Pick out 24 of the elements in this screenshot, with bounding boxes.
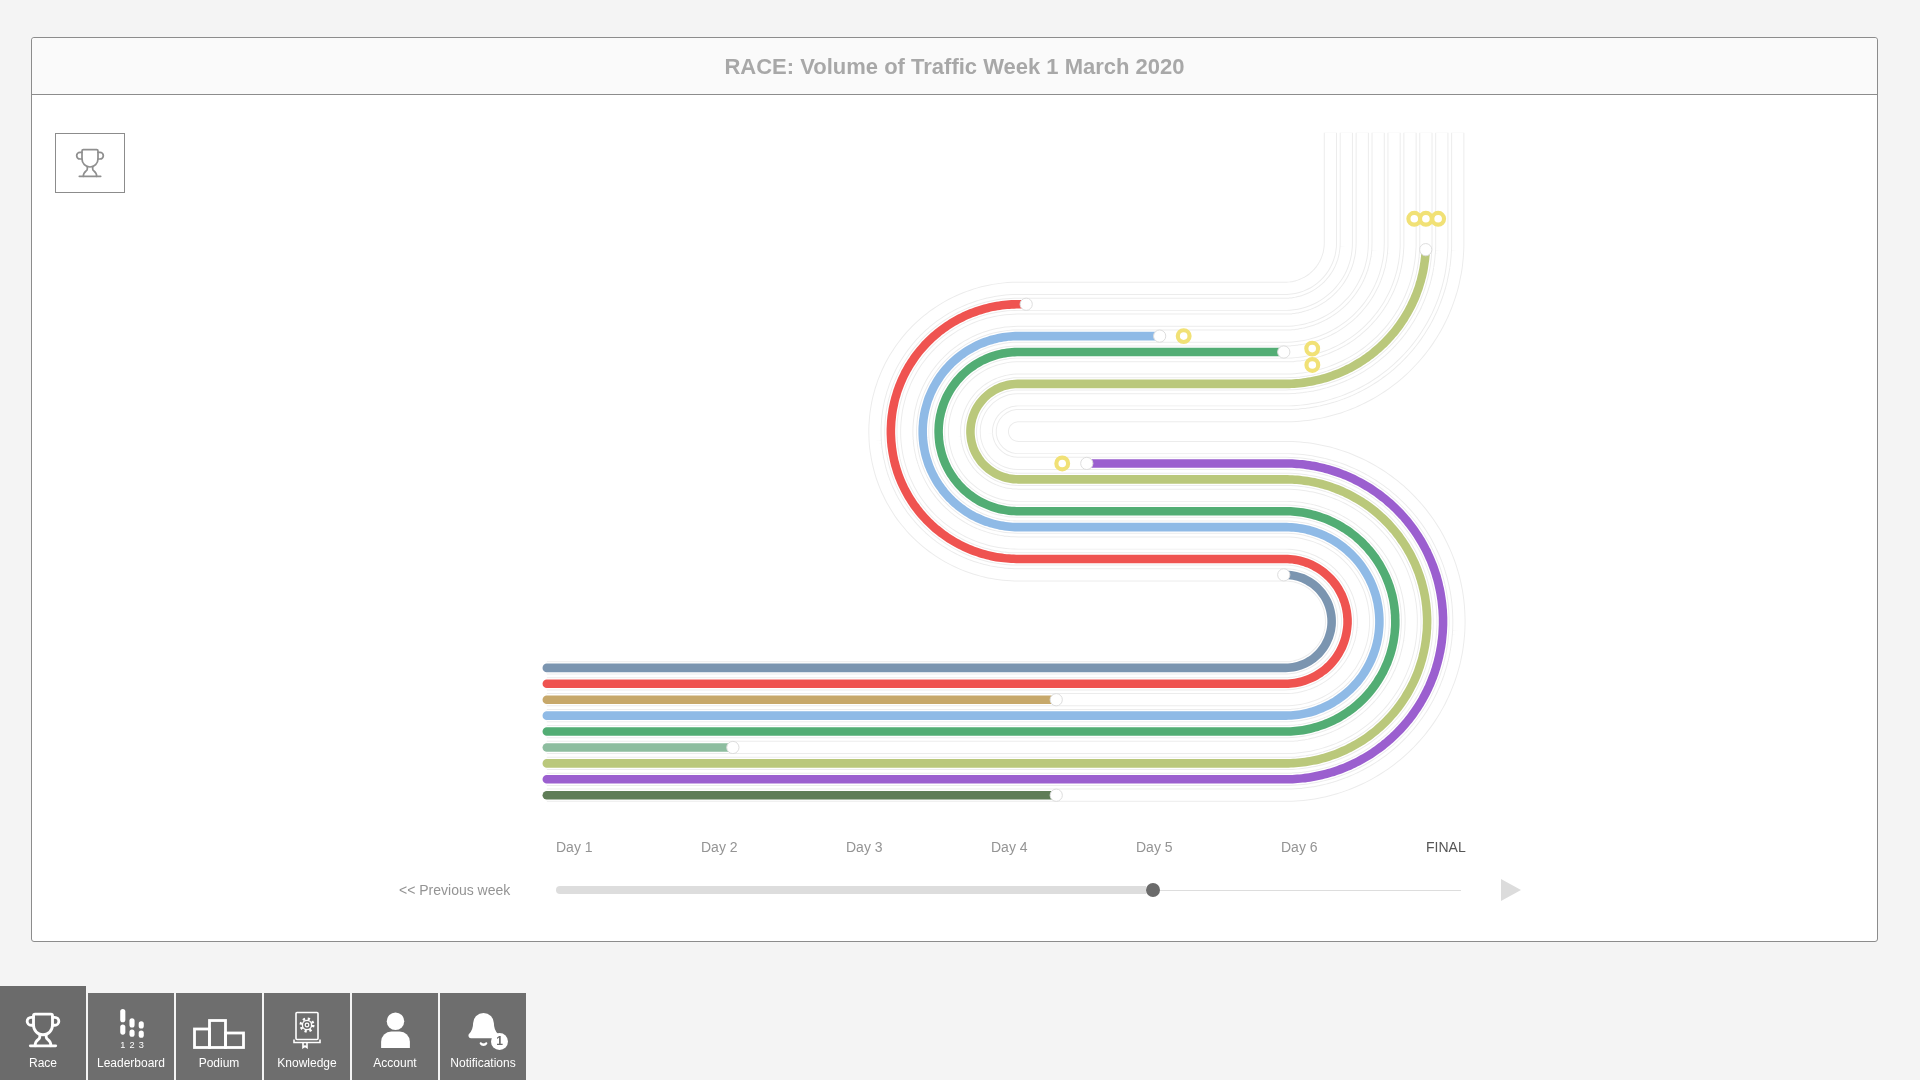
- day-label: FINAL: [1426, 839, 1467, 855]
- day-label: Day 4: [991, 839, 1029, 855]
- day-label: Day 6: [1281, 839, 1319, 855]
- chart-title: RACE: Volume of Traffic Week 1 March 2020: [724, 52, 1185, 81]
- previous-week-link[interactable]: << Previous week: [399, 879, 556, 901]
- day-label: Day 2: [701, 839, 739, 855]
- timeline-slider-track[interactable]: [556, 886, 1461, 894]
- slider-thumb[interactable]: [1146, 883, 1161, 897]
- nav-tab[interactable]: Race: [0, 986, 86, 1080]
- book-gear-icon: [291, 1011, 323, 1049]
- nav-tab[interactable]: 1 2 3 Leaderboard: [88, 993, 174, 1080]
- nav-tab[interactable]: Account: [352, 993, 438, 1080]
- day-label: Day 5: [1136, 839, 1174, 855]
- notification-count: 1: [491, 1033, 508, 1050]
- podium-icon: [193, 1019, 245, 1049]
- trophy-button[interactable]: [55, 133, 125, 193]
- day-label: Day 3: [846, 839, 884, 855]
- day-label: Day 1: [556, 839, 594, 855]
- trophy-icon: [74, 147, 106, 179]
- trophy-icon: [24, 1011, 62, 1049]
- nav-tab[interactable]: Knowledge: [264, 993, 350, 1080]
- person-icon: [378, 1012, 412, 1049]
- nav-tab[interactable]: Podium: [176, 993, 262, 1080]
- nav-tab[interactable]: 1 Notifications: [440, 993, 526, 1080]
